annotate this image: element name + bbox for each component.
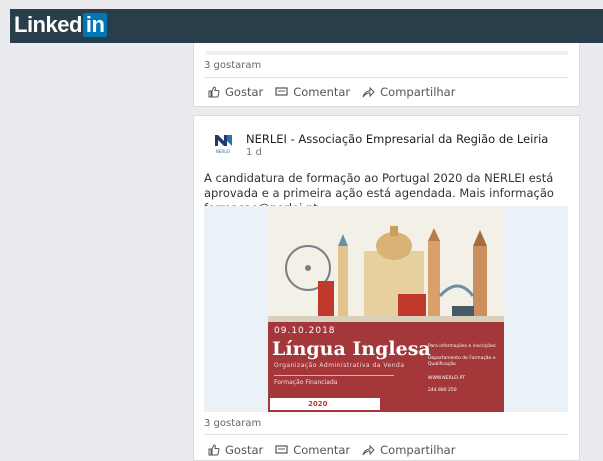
comment-label: Comentar <box>293 85 351 99</box>
logo-in: in <box>82 13 108 37</box>
share-button[interactable]: Compartilhar <box>362 85 455 99</box>
comment-button[interactable]: Comentar <box>275 85 350 99</box>
thumbs-up-icon <box>208 86 220 98</box>
thumbs-up-icon <box>208 444 220 456</box>
course-poster: 09.10.2018 Língua Inglesa Organização Ad… <box>268 206 504 412</box>
poster-contact-block: Para informações e inscrições: Departame… <box>428 344 502 394</box>
comment-icon <box>275 87 288 96</box>
org-name-link[interactable]: NERLEI - Associação Empresarial da Regiã… <box>246 132 548 146</box>
post-card-nerlei: NERLEI NERLEI - Associação Empresarial d… <box>193 115 580 461</box>
nerlei-logo[interactable]: NERLEI <box>208 132 238 156</box>
poster-dept: Departamento de Formação e Qualificação <box>428 356 496 367</box>
media-bottom-strip <box>206 51 568 55</box>
poster-rule <box>274 375 394 376</box>
poster-financed: Formação Financiada <box>274 379 338 386</box>
comment-icon <box>275 445 288 454</box>
comment-label: Comentar <box>293 443 351 457</box>
linkedin-logo[interactable]: Linked in <box>14 12 108 38</box>
like-button[interactable]: Gostar <box>208 85 263 99</box>
post-timestamp: 1 d <box>246 147 262 158</box>
share-label: Compartilhar <box>380 85 456 99</box>
likes-count[interactable]: 3 gostaram <box>204 418 261 429</box>
comment-button[interactable]: Comentar <box>275 443 350 457</box>
like-label: Gostar <box>225 85 264 99</box>
like-label: Gostar <box>225 443 264 457</box>
poster-info: Para informações e inscrições: <box>428 344 497 349</box>
share-icon <box>362 444 375 456</box>
post-card-previous: 3 gostaram Gostar Comentar Compartilhar <box>193 43 580 107</box>
likes-count[interactable]: 3 gostaram <box>204 60 261 71</box>
poster-title: Língua Inglesa <box>272 338 431 360</box>
portugal-2020-logo: 2020 <box>308 400 328 408</box>
post-actions: Gostar Comentar Compartilhar <box>208 85 467 99</box>
post-image[interactable]: 09.10.2018 Língua Inglesa Organização Ad… <box>204 206 568 412</box>
like-button[interactable]: Gostar <box>208 443 263 457</box>
share-icon <box>362 86 375 98</box>
poster-phone: 244 880 250 <box>428 388 457 393</box>
divider <box>204 77 569 78</box>
share-button[interactable]: Compartilhar <box>362 443 455 457</box>
poster-site: WWW.NERLEI.PT <box>428 376 466 381</box>
poster-subtitle: Organização Administrativa da Venda <box>274 362 405 369</box>
logo-text: Linked <box>14 12 82 37</box>
nerlei-logo-text: NERLEI <box>216 149 230 154</box>
poster-info-panel: 09.10.2018 Língua Inglesa Organização Ad… <box>268 322 504 412</box>
london-skyline-illustration <box>268 206 504 326</box>
share-label: Compartilhar <box>380 443 456 457</box>
divider <box>204 434 569 435</box>
poster-date: 09.10.2018 <box>274 326 336 336</box>
top-navbar: Linked in <box>10 9 603 43</box>
post-actions: Gostar Comentar Compartilhar <box>208 443 467 457</box>
left-column <box>10 43 185 461</box>
